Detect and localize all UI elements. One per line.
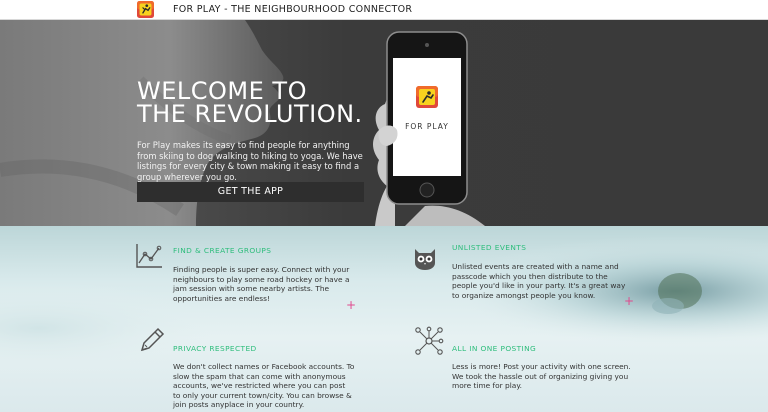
snow-background-image xyxy=(0,226,768,412)
feature-body: We don't collect names or Facebook accou… xyxy=(173,362,355,410)
feature-title: ALL IN ONE POSTING xyxy=(452,344,537,353)
phone-in-hand-image: FOR PLAY xyxy=(365,20,485,226)
feature-title: PRIVACY RESPECTED xyxy=(173,344,257,353)
feature-body: Finding people is super easy. Connect wi… xyxy=(173,265,350,303)
hero-intro-text: For Play makes its easy to find people f… xyxy=(137,140,363,182)
feature-title: FIND & CREATE GROUPS xyxy=(173,246,272,255)
phone-app-name: FOR PLAY xyxy=(405,122,449,131)
expand-plus-icon[interactable]: + xyxy=(346,298,356,312)
hero-heading-line-2: THE REVOLUTION. xyxy=(137,100,363,128)
expand-plus-icon[interactable]: + xyxy=(624,294,634,308)
get-the-app-button[interactable]: GET THE APP xyxy=(137,182,364,202)
features-section: FIND & CREATE GROUPS Finding people is s… xyxy=(0,226,768,412)
line-graph-icon xyxy=(136,244,162,268)
feature-title: UNLISTED EVENTS xyxy=(452,243,527,252)
network-icon xyxy=(415,326,444,355)
hero-section: WELCOME TO THE REVOLUTION. For Play make… xyxy=(0,20,768,226)
feature-body: Less is more! Post your activity with on… xyxy=(452,362,631,391)
for-play-logo-icon[interactable] xyxy=(137,1,154,18)
site-title: FOR PLAY - THE NEIGHBOURHOOD CONNECTOR xyxy=(173,4,413,15)
top-bar: FOR PLAY - THE NEIGHBOURHOOD CONNECTOR xyxy=(0,0,768,20)
owl-icon xyxy=(415,249,435,270)
hero-heading: WELCOME TO THE REVOLUTION. xyxy=(137,79,363,128)
pencil-icon xyxy=(140,327,165,352)
feature-body: Unlisted events are created with a name … xyxy=(452,262,626,300)
